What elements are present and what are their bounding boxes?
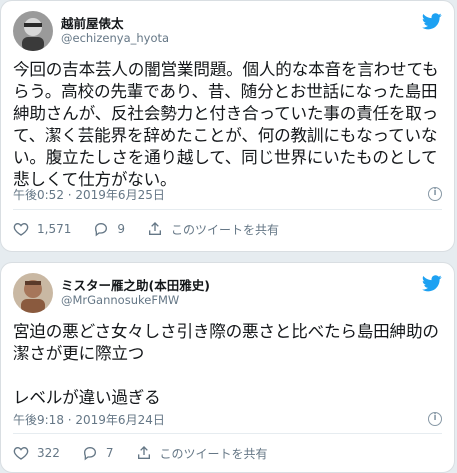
share-label: このツイートを共有 — [159, 446, 268, 461]
timestamp[interactable]: 午後0:52 · 2019年6月25日 — [13, 186, 165, 203]
like-count: 322 — [37, 446, 60, 460]
divider — [13, 209, 442, 210]
user-handle[interactable]: @MrGannosukeFMW — [61, 293, 179, 307]
reply-button[interactable]: 9 — [93, 221, 125, 237]
share-icon — [137, 446, 150, 459]
twitter-bird-icon[interactable] — [422, 275, 442, 292]
share-button[interactable]: このツイートを共有 — [147, 221, 279, 238]
avatar[interactable] — [13, 273, 53, 313]
twitter-bird-icon[interactable] — [422, 13, 442, 30]
avatar[interactable] — [13, 11, 53, 51]
reply-count: 7 — [105, 446, 114, 460]
share-icon — [149, 222, 161, 235]
timestamp[interactable]: 午後9:18 · 2019年6月24日 — [13, 411, 165, 428]
divider — [13, 433, 442, 434]
reply-icon — [83, 446, 96, 461]
tweet-card[interactable]: ミスター雁之助(本田雅史) @MrGannosukeFMW 宮迫の悪どさ女々しさ… — [0, 262, 455, 473]
action-bar: 322 7 このツイートを共有 — [13, 441, 442, 465]
like-count: 1,571 — [37, 222, 72, 236]
share-label: このツイートを共有 — [171, 222, 280, 237]
heart-icon — [13, 446, 29, 460]
tweet-text: 今回の吉本芸人の闇営業問題。個人的な本音を言わせてもらう。高校の先輩であり、昔、… — [13, 60, 439, 189]
info-icon[interactable]: i — [428, 187, 442, 201]
reply-button[interactable]: 7 — [82, 445, 114, 461]
like-button[interactable]: 322 — [13, 445, 60, 461]
heart-icon — [13, 222, 29, 236]
tweet-card[interactable]: 越前屋俵太 @echizenya_hyota 今回の吉本芸人の闇営業問題。個人的… — [0, 0, 455, 252]
share-button[interactable]: このツイートを共有 — [136, 445, 268, 462]
display-name[interactable]: 越前屋俵太 — [61, 13, 124, 32]
reply-count: 9 — [117, 222, 125, 236]
display-name[interactable]: ミスター雁之助(本田雅史) — [61, 275, 210, 294]
user-handle[interactable]: @echizenya_hyota — [61, 31, 169, 45]
tweet-text: 宮迫の悪どさ女々しさ引き際の悪さと比べたら島田紳助の潔さが更に際立つ レベルが違… — [13, 322, 439, 407]
reply-icon — [95, 222, 108, 237]
info-icon[interactable]: i — [428, 412, 442, 426]
like-button[interactable]: 1,571 — [13, 221, 71, 237]
action-bar: 1,571 9 このツイートを共有 — [13, 217, 442, 241]
